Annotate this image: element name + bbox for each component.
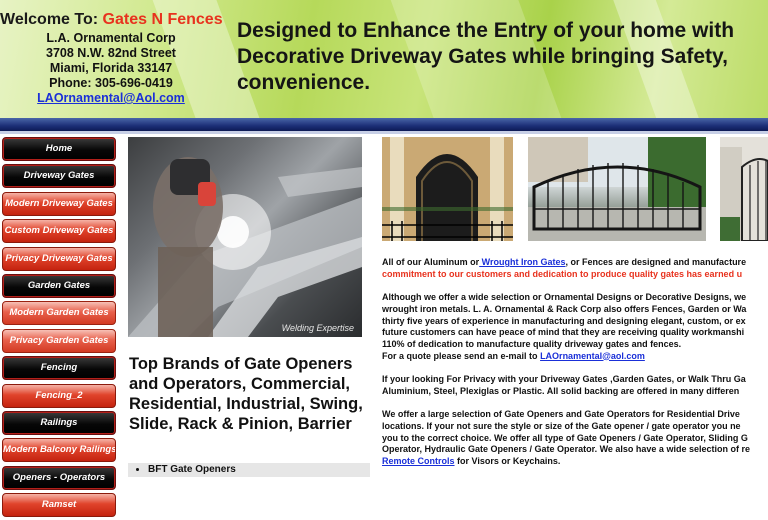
intro-p3-line: Aluminium, Steel, Plexiglas or Plastic. … (382, 385, 740, 396)
intro-text: All of our Aluminum or Wrought Iron Gate… (382, 257, 768, 479)
site-header: Welcome To: Gates N Fences L.A. Ornament… (0, 0, 768, 118)
phone-number: Phone: 305-696-0419 (49, 76, 173, 90)
gate-photo-3 (720, 137, 768, 241)
intro-p1-end: , or Fences are designed and manufacture (565, 257, 747, 267)
quote-prompt: For a quote please send an e-mail to (382, 350, 538, 361)
gate-photo-2 (528, 137, 706, 241)
intro-p2-line: future customers can have peace of mind … (382, 327, 745, 338)
nav-button-custom-driveway-gates[interactable]: Custom Driveway Gates (2, 219, 116, 244)
nav-button-modern-balcony-railings[interactable]: Modern Balcony Railings (2, 438, 116, 463)
headline: Designed to Enhance the Entry of your ho… (237, 19, 735, 94)
intro-p1-red: commitment to our customers and dedicati… (382, 268, 743, 279)
welding-caption: Welding Expertise (281, 323, 354, 333)
brands-heading: Top Brands of Gate Openers and Operators… (129, 355, 363, 433)
nav-button-privacy-driveway-gates[interactable]: Privacy Driveway Gates (2, 246, 116, 271)
intro-p3-line: If your looking For Privacy with your Dr… (382, 374, 746, 384)
nav-button-driveway-gates[interactable]: Driveway Gates (2, 164, 116, 189)
intro-p4-line: you to the correct choice. We offer all … (382, 432, 748, 443)
intro-p2-line: Although we offer a wide selection or Or… (382, 292, 747, 303)
nav-button-fencing[interactable]: Fencing (2, 356, 116, 381)
welding-photo: Welding Expertise (128, 137, 362, 337)
header-email-link[interactable]: LAOrnamental@Aol.com (0, 91, 222, 105)
gate-illustration-3 (720, 137, 768, 241)
welcome-title: Welcome To: Gates N Fences (0, 11, 223, 29)
intro-p2-line: thirty five years of experience in manuf… (382, 315, 746, 326)
intro-paragraph-2: Although we offer a wide selection or Or… (382, 292, 768, 362)
intro-paragraph-1: All of our Aluminum or Wrought Iron Gate… (382, 257, 768, 280)
nav-button-garden-gates[interactable]: Garden Gates (2, 273, 116, 298)
header-divider-bar (0, 118, 768, 131)
header-divider-line (0, 131, 768, 134)
company-name: L.A. Ornamental Corp (46, 31, 176, 45)
street-address: 3708 N.W. 82nd Street (46, 46, 176, 60)
gate-illustration-1 (382, 137, 513, 241)
sidebar-nav: Home Driveway Gates Modern Driveway Gates C… (0, 137, 118, 520)
remote-controls-link[interactable]: Remote Controls (382, 456, 455, 466)
intro-p4-line: We offer a large selection of Gate Opene… (382, 409, 740, 420)
quote-email-link[interactable]: LAOrnamental@aol.com (540, 351, 645, 361)
intro-paragraph-3: If your looking For Privacy with your Dr… (382, 374, 768, 397)
intro-p2-line: wrought iron metals. L. A. Ornamental & … (382, 303, 747, 314)
gate-illustration-2 (528, 137, 706, 241)
wrought-iron-gates-link[interactable]: Wrought Iron Gates (479, 257, 566, 267)
nav-button-privacy-garden-gates[interactable]: Privacy Garden Gates (2, 328, 116, 353)
brand-name: Gates N Fences (102, 11, 223, 28)
city-address: Miami, Florida 33147 (49, 61, 173, 75)
intro-p4-line: locations. If your not sure the style or… (382, 420, 741, 431)
nav-button-modern-garden-gates[interactable]: Modern Garden Gates (2, 301, 116, 326)
welcome-prefix: Welcome To: (0, 11, 99, 28)
intro-paragraph-4: We offer a large selection of Gate Opene… (382, 409, 768, 468)
intro-p4-line: Operator, Hydraulic Gate Openers / Gate … (382, 444, 750, 455)
intro-p1-start: All of our Aluminum or (382, 257, 480, 267)
nav-button-modern-driveway-gates[interactable]: Modern Driveway Gates (2, 191, 116, 216)
gate-photo-1 (382, 137, 513, 241)
nav-button-fencing-2[interactable]: Fencing_2 (2, 383, 116, 408)
nav-button-openers-operators[interactable]: Openers - Operators (2, 465, 116, 490)
nav-button-railings[interactable]: Railings (2, 410, 116, 435)
nav-button-home[interactable]: Home (2, 137, 116, 161)
intro-p4-end: for Visors or Keychains. (454, 455, 561, 466)
welding-illustration (128, 157, 362, 337)
intro-p2-line: 110% of dedication to manufacture qualit… (382, 338, 682, 349)
nav-button-ramset[interactable]: Ramset (2, 493, 116, 518)
